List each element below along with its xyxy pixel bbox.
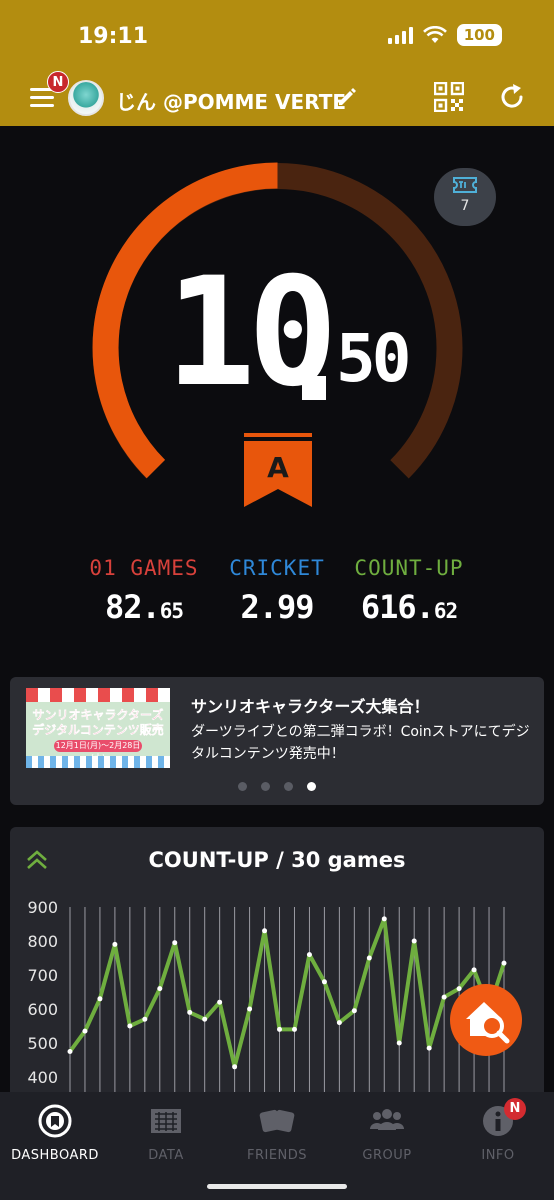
banner-image[interactable]: サンリオキャラクターズ デジタルコンテンツ販売 12月1日(月)～2月28日(土… [26, 688, 170, 768]
carousel-dot-active[interactable] [307, 782, 316, 791]
news-banner[interactable]: サンリオキャラクターズ デジタルコンテンツ販売 12月1日(月)～2月28日(土… [10, 677, 544, 805]
stat-cricket[interactable]: CRICKET 2.99 [202, 556, 352, 626]
data-icon [151, 1109, 181, 1133]
data-point[interactable] [441, 994, 447, 1000]
status-bar: 19:11 100 [0, 0, 554, 60]
home-indicator [207, 1184, 347, 1189]
data-point[interactable] [232, 1064, 238, 1070]
stat-label: 01 GAMES [89, 556, 199, 580]
y-tick-label: 500 [27, 1034, 58, 1053]
app-header: N じん @POMME VERTE [0, 60, 554, 126]
tab-label: DATA [148, 1148, 184, 1163]
data-point[interactable] [291, 1026, 297, 1032]
data-point[interactable] [426, 1045, 432, 1051]
data-point[interactable] [127, 1023, 133, 1029]
data-point[interactable] [172, 940, 178, 946]
avatar[interactable] [68, 80, 104, 116]
data-point[interactable] [142, 1016, 148, 1022]
stats-row: 01 GAMES 82.65 CRICKET 2.99 COUNT-UP 616… [0, 556, 554, 636]
tab-info[interactable]: N INFO [443, 1098, 553, 1163]
tab-dashboard[interactable]: DASHBOARD [0, 1102, 110, 1163]
carousel-dot[interactable] [284, 782, 293, 791]
qr-code-icon[interactable] [434, 82, 464, 112]
rating-decimal: 50 [336, 320, 412, 397]
status-icons: 100 [387, 24, 502, 46]
banner-title: サンリオキャラクターズ大集合！ [191, 697, 430, 716]
refresh-icon[interactable] [497, 82, 527, 112]
tab-friends[interactable]: FRIENDS [222, 1102, 332, 1163]
banner-image-text: サンリオキャラクターズ デジタルコンテンツ販売 [32, 708, 164, 737]
y-tick-label: 600 [27, 1000, 58, 1019]
data-point[interactable] [351, 1008, 357, 1014]
tab-label: DASHBOARD [11, 1148, 99, 1163]
carousel-dot[interactable] [261, 782, 270, 791]
data-point[interactable] [187, 1009, 193, 1015]
count-up-chart-card: COUNT-UP / 30 games 900 800 700 600 500 400 [10, 827, 544, 1127]
carousel-dot[interactable] [238, 782, 247, 791]
y-tick-label: 400 [27, 1068, 58, 1087]
count-up-series-line [68, 916, 506, 1069]
stat-label: COUNT-UP [354, 556, 464, 580]
data-point[interactable] [471, 967, 477, 973]
pencil-icon[interactable] [336, 86, 358, 108]
ticket-button[interactable]: 7 [434, 168, 496, 226]
ticket-count: 7 [460, 198, 470, 214]
y-tick-label: 900 [27, 898, 58, 917]
rating-integer: 10 [165, 246, 338, 420]
status-time: 19:11 [78, 24, 149, 49]
data-point[interactable] [217, 999, 223, 1005]
data-point[interactable] [336, 1020, 342, 1026]
ticket-icon [453, 177, 477, 193]
data-point[interactable] [112, 941, 118, 947]
data-point[interactable] [411, 938, 417, 944]
data-point[interactable] [501, 960, 507, 966]
tab-data[interactable]: DATA [111, 1102, 221, 1163]
data-point[interactable] [247, 1006, 253, 1012]
home-search-fab[interactable] [450, 984, 522, 1056]
rating-decimal-point [302, 376, 326, 400]
data-point[interactable] [321, 979, 327, 985]
friends-icon [259, 1109, 295, 1133]
data-point[interactable] [366, 955, 372, 961]
username[interactable]: じん @POMME VERTE [116, 86, 346, 115]
tab-label: FRIENDS [246, 1148, 308, 1163]
tab-label: GROUP [362, 1148, 412, 1163]
banner-awning [26, 688, 170, 702]
menu-icon[interactable] [30, 88, 54, 108]
stat-count-up[interactable]: COUNT-UP 616.62 [334, 556, 484, 626]
dashboard-icon [38, 1104, 72, 1138]
y-tick-label: 800 [27, 932, 58, 951]
home-search-icon [466, 1002, 510, 1044]
tab-group[interactable]: GROUP [332, 1102, 442, 1163]
stat-value: 82.65 [104, 588, 184, 626]
group-icon [370, 1109, 404, 1130]
stat-01-games[interactable]: 01 GAMES 82.65 [69, 556, 219, 626]
data-point[interactable] [396, 1040, 402, 1046]
data-point[interactable] [381, 916, 387, 922]
wifi-icon [422, 26, 447, 43]
banner-floor [26, 756, 170, 768]
tab-label: INFO [481, 1148, 515, 1163]
data-point[interactable] [157, 986, 163, 992]
chart-title: COUNT-UP / 30 games [148, 848, 406, 872]
banner-image-date: 12月1日(月)～2月28日(土) [54, 740, 142, 762]
data-point[interactable] [277, 1026, 283, 1032]
stat-value: 2.99 [240, 588, 314, 626]
carousel-dots [238, 782, 316, 791]
data-point[interactable] [97, 996, 103, 1002]
data-point[interactable] [306, 952, 312, 958]
stat-label: CRICKET [229, 556, 325, 580]
data-point[interactable] [262, 928, 268, 934]
stat-value: 616.62 [360, 588, 458, 626]
battery-icon: 100 [456, 24, 502, 46]
y-tick-label: 700 [27, 966, 58, 985]
data-point[interactable] [67, 1049, 73, 1054]
info-badge: N [504, 1098, 526, 1120]
notification-badge: N [47, 71, 69, 93]
banner-body: ダーツライブとの第二弾コラボ！Coinストアにてデジタルコンテンツ発売中！ [191, 724, 530, 762]
data-point[interactable] [202, 1016, 208, 1022]
cellular-signal-icon [387, 26, 413, 44]
data-point[interactable] [82, 1028, 88, 1034]
rating-class: A [267, 451, 289, 484]
